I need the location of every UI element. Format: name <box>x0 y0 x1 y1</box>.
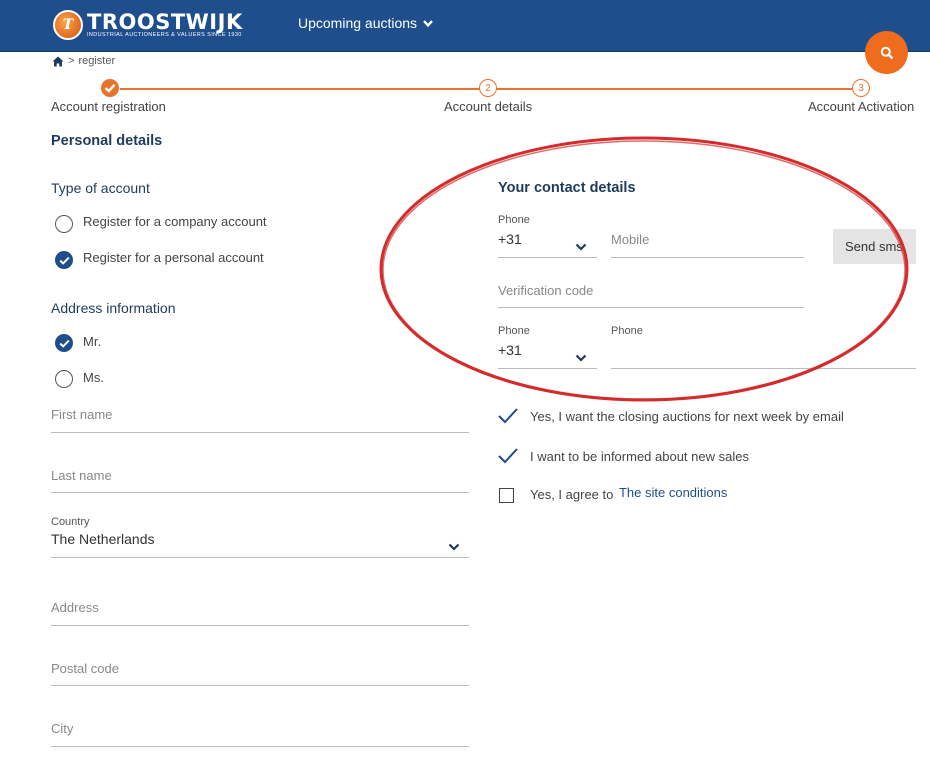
mr-radio[interactable] <box>55 334 73 352</box>
city-field[interactable]: City <box>51 714 469 747</box>
personal-details-title: Personal details <box>51 133 163 149</box>
first-name-field[interactable]: First name <box>51 400 469 433</box>
upcoming-auctions-menu[interactable]: Upcoming auctions <box>298 15 434 31</box>
chevron-down-icon <box>575 354 587 362</box>
country-value: The Netherlands <box>51 531 155 547</box>
new-sales-label[interactable]: I want to be informed about new sales <box>530 449 749 464</box>
last-name-placeholder: Last name <box>51 468 112 483</box>
chevron-down-icon <box>448 543 460 551</box>
ms-radio[interactable] <box>55 370 73 388</box>
step-3-label: Account Activation <box>808 99 915 114</box>
country-select[interactable]: Country The Netherlands <box>51 516 469 558</box>
ms-label[interactable]: Ms. <box>83 370 104 385</box>
breadcrumb-separator: > <box>68 55 75 67</box>
company-account-label[interactable]: Register for a company account <box>83 214 267 229</box>
contact-details-title: Your contact details <box>498 180 636 196</box>
verification-code-placeholder: Verification code <box>498 283 594 298</box>
last-name-field[interactable]: Last name <box>51 461 469 493</box>
city-placeholder: City <box>51 721 74 736</box>
personal-account-label[interactable]: Register for a personal account <box>83 250 264 265</box>
breadcrumb-current[interactable]: register <box>78 55 115 67</box>
company-account-radio[interactable] <box>55 215 73 233</box>
check-icon <box>59 339 70 348</box>
address-information-title: Address information <box>51 300 176 316</box>
address-placeholder: Address <box>51 600 99 615</box>
home-icon[interactable] <box>52 56 64 67</box>
step-2-number: 2 <box>479 79 497 97</box>
chevron-down-icon <box>575 243 587 251</box>
brand-tagline: INDUSTRIAL AUCTIONEERS & VALUERS SINCE 1… <box>87 31 242 38</box>
verification-code-field[interactable]: Verification code <box>498 276 804 308</box>
agree-prefix: Yes, I agree to <box>530 487 614 502</box>
phone-label-2: Phone <box>498 325 530 337</box>
site-conditions-link[interactable]: The site conditions <box>619 485 727 500</box>
phone-code-select-2[interactable]: Phone +31 <box>498 325 597 369</box>
new-sales-checkmark-icon[interactable] <box>497 447 519 465</box>
postal-code-field[interactable]: Postal code <box>51 654 469 686</box>
personal-account-radio[interactable] <box>55 251 73 269</box>
mr-label[interactable]: Mr. <box>83 334 101 349</box>
phone-code-value-1: +31 <box>498 231 522 247</box>
closing-auctions-label[interactable]: Yes, I want the closing auctions for nex… <box>530 409 844 424</box>
step-2-label: Account details <box>444 99 533 114</box>
closing-auctions-checkmark-icon[interactable] <box>497 407 519 425</box>
mobile-placeholder: Mobile <box>611 232 650 247</box>
search-button[interactable] <box>865 31 908 74</box>
phone-number-label: Phone <box>611 325 643 337</box>
phone-label-1: Phone <box>498 214 530 226</box>
first-name-placeholder: First name <box>51 407 113 422</box>
country-label: Country <box>51 516 90 528</box>
send-sms-button[interactable]: Send sms <box>833 229 916 264</box>
phone-number-field[interactable]: Phone <box>611 325 916 369</box>
send-sms-label: Send sms <box>845 239 903 254</box>
phone-code-value-2: +31 <box>498 342 522 358</box>
step-1-done-icon <box>101 79 119 97</box>
top-header: T TROOSTWIJK INDUSTRIAL AUCTIONEERS & VA… <box>0 0 930 52</box>
troostwijk-logo[interactable]: T TROOSTWIJK INDUSTRIAL AUCTIONEERS & VA… <box>53 9 243 41</box>
step-3-number: 3 <box>852 79 870 97</box>
chevron-down-icon <box>423 20 433 28</box>
postal-code-placeholder: Postal code <box>51 661 119 676</box>
agree-conditions-label: Yes, I agree to The site conditions <box>530 485 727 502</box>
phone-code-select-1[interactable]: Phone +31 <box>498 214 597 258</box>
check-icon <box>59 256 70 265</box>
step-1-label: Account registration <box>51 99 166 114</box>
breadcrumb: > register <box>52 55 115 67</box>
address-field[interactable]: Address <box>51 593 469 626</box>
brand-name: TROOSTWIJK <box>87 9 243 34</box>
search-icon <box>880 46 893 59</box>
mobile-field[interactable]: Mobile <box>611 225 804 258</box>
upcoming-auctions-label: Upcoming auctions <box>298 15 418 31</box>
logo-mark-icon: T <box>53 10 83 40</box>
agree-conditions-checkbox[interactable] <box>499 488 514 503</box>
type-of-account-title: Type of account <box>51 180 150 196</box>
